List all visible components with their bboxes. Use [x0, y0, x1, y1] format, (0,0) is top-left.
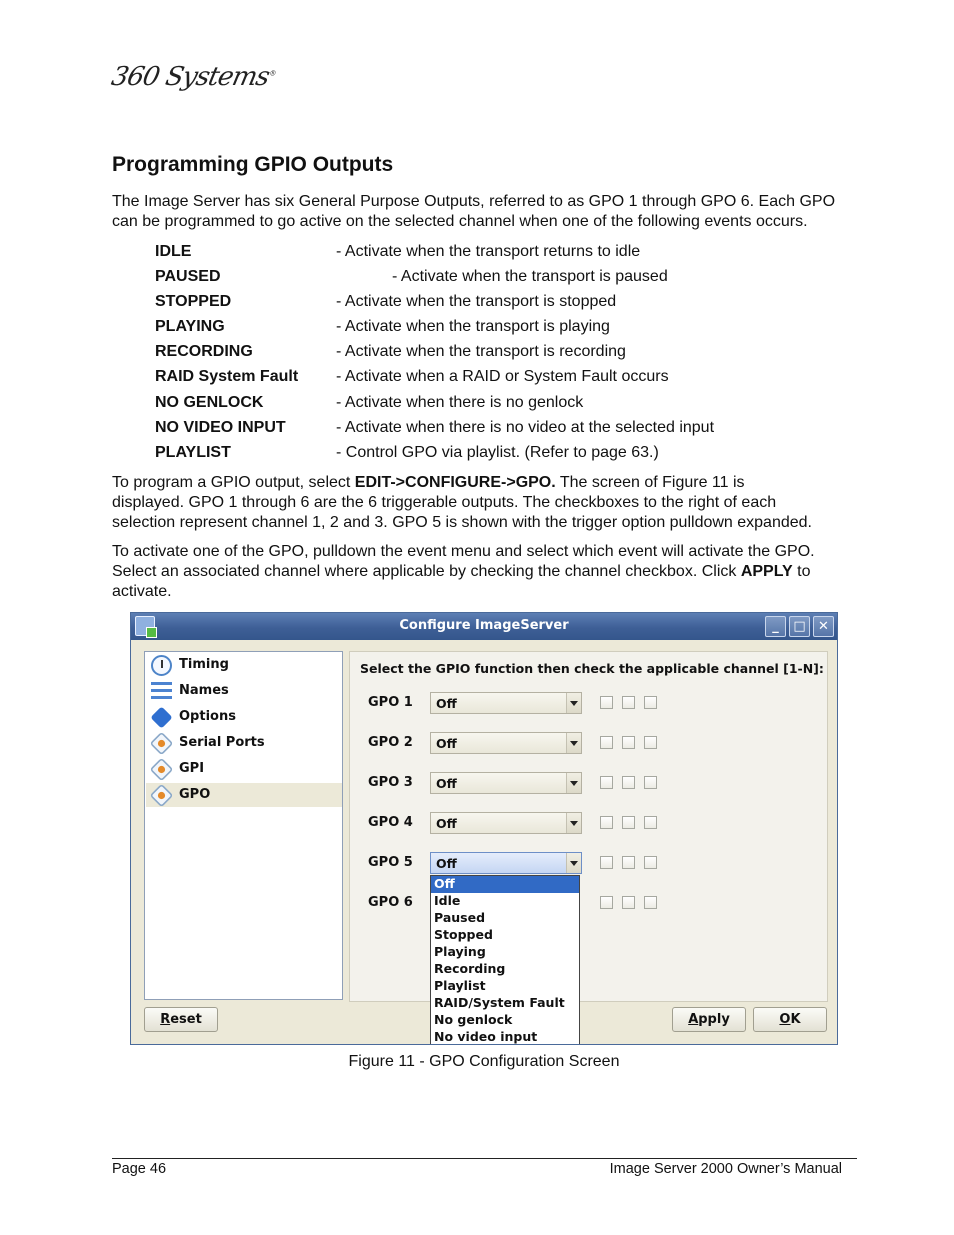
company-logo: 360 Systems® [108, 62, 277, 92]
option-paused[interactable]: Paused [431, 910, 579, 927]
gpo-4-channel-3-checkbox[interactable] [644, 816, 657, 829]
gpo-1-channel-1-checkbox[interactable] [600, 696, 613, 709]
gpo-4-channel-2-checkbox[interactable] [622, 816, 635, 829]
port-icon [149, 783, 174, 808]
gpo-4-dropdown[interactable]: Off [430, 812, 582, 834]
option-playing[interactable]: Playing [431, 944, 579, 961]
option-stopped[interactable]: Stopped [431, 927, 579, 944]
configure-window: Configure ImageServer _ □ ✕ Timing Names… [130, 612, 838, 1045]
gpo-1-channel-3-checkbox[interactable] [644, 696, 657, 709]
gpo-2-channel-1-checkbox[interactable] [600, 736, 613, 749]
event-row-idle: IDLE - Activate when the transport return… [155, 243, 641, 260]
settings-nav: Timing Names Options Serial Ports GPI GP… [144, 651, 343, 1000]
chevron-down-icon[interactable] [566, 773, 581, 793]
gpo-2-channel-2-checkbox[interactable] [622, 736, 635, 749]
ok-button[interactable]: OK [753, 1007, 827, 1032]
window-titlebar[interactable]: Configure ImageServer _ □ ✕ [131, 613, 837, 640]
option-raid-system-fault[interactable]: RAID/System Fault [431, 995, 579, 1012]
chevron-down-icon[interactable] [566, 733, 581, 753]
option-no-genlock[interactable]: No genlock [431, 1012, 579, 1029]
gpo-5-channel-1-checkbox[interactable] [600, 856, 613, 869]
nav-item-gpi[interactable]: GPI [146, 757, 342, 782]
event-row-stopped: STOPPED - Activate when the transport is … [155, 293, 617, 311]
gpo-4-label: GPO 4 [368, 815, 413, 830]
event-row-recording: RECORDING - Activate when the transport i… [155, 343, 626, 361]
event-row-playing: PLAYING - Activate when the transport is … [155, 318, 610, 336]
gpo-5-options-list[interactable]: Off Idle Paused Stopped Playing Recordin… [430, 875, 580, 1044]
gpo-4-channel-1-checkbox[interactable] [600, 816, 613, 829]
intro-line-2: can be programmed to go active on the se… [112, 213, 808, 230]
gpo-6-channel-3-checkbox[interactable] [644, 896, 657, 909]
page-number: Page 46 [112, 1161, 167, 1177]
intro-paragraph: The Image Server has six General Purpose… [112, 192, 858, 232]
instruction-text: Select the GPIO function then check the … [360, 661, 824, 676]
footer-divider [112, 1158, 857, 1159]
chevron-down-icon[interactable] [566, 813, 581, 833]
gpo-6-channel-2-checkbox[interactable] [622, 896, 635, 909]
event-row-playlist: PLAYLIST - Control GPO via playlist. (Ref… [155, 443, 659, 461]
section-heading: Programming GPIO Outputs [112, 153, 394, 176]
apply-button[interactable]: Apply [672, 1007, 746, 1032]
option-recording[interactable]: Recording [431, 961, 579, 978]
gpo-2-dropdown[interactable]: Off [430, 732, 582, 754]
gpo-1-label: GPO 1 [368, 695, 413, 710]
option-idle[interactable]: Idle [431, 893, 579, 910]
list-icon [151, 681, 172, 702]
clock-icon [151, 655, 172, 676]
nav-item-timing[interactable]: Timing [146, 653, 342, 677]
port-icon [149, 757, 174, 782]
gpo-1-dropdown[interactable]: Off [430, 692, 582, 714]
gpo-1-channel-2-checkbox[interactable] [622, 696, 635, 709]
event-row-paused: PAUSED - Activate when the transport is p… [155, 268, 668, 286]
puzzle-icon [150, 706, 173, 729]
close-button[interactable]: ✕ [813, 616, 834, 637]
gpo-5-channel-2-checkbox[interactable] [622, 856, 635, 869]
gpo-5-label: GPO 5 [368, 855, 413, 870]
program-paragraph: To program a GPIO output, select EDIT->C… [112, 474, 812, 531]
nav-item-serial-ports[interactable]: Serial Ports [146, 731, 342, 756]
gpo-6-channel-1-checkbox[interactable] [600, 896, 613, 909]
gpo-3-channel-1-checkbox[interactable] [600, 776, 613, 789]
nav-item-gpo[interactable]: GPO [146, 783, 342, 808]
maximize-button[interactable]: □ [789, 616, 810, 637]
menu-path: EDIT->CONFIGURE->GPO. [354, 474, 556, 491]
chevron-down-icon[interactable] [566, 853, 581, 873]
intro-line-1: The Image Server has six General Purpose… [112, 193, 836, 210]
window-title: Configure ImageServer [399, 618, 569, 633]
chevron-down-icon[interactable] [566, 693, 581, 713]
gpo-3-channel-3-checkbox[interactable] [644, 776, 657, 789]
option-playlist[interactable]: Playlist [431, 978, 579, 995]
minimize-button[interactable]: _ [765, 616, 786, 637]
gpo-6-label: GPO 6 [368, 895, 413, 910]
activate-paragraph: To activate one of the GPO, pulldown the… [112, 543, 815, 600]
figure-caption: Figure 11 - GPO Configuration Screen [348, 1053, 620, 1070]
gpo-2-channel-3-checkbox[interactable] [644, 736, 657, 749]
gpo-settings-panel: Select the GPIO function then check the … [349, 651, 828, 1002]
gpo-3-channel-2-checkbox[interactable] [622, 776, 635, 789]
registered-mark: ® [268, 69, 277, 78]
option-no-video-input[interactable]: No video input [431, 1029, 579, 1044]
event-row-raid-fault: RAID System Fault - Activate when a RAID … [155, 368, 669, 386]
manual-title: Image Server 2000 Owner’s Manual [609, 1161, 842, 1177]
nav-item-names[interactable]: Names [146, 679, 342, 703]
event-row-no-genlock: NO GENLOCK - Activate when there is no ge… [155, 393, 584, 411]
gpo-2-label: GPO 2 [368, 735, 413, 750]
event-list: IDLE - Activate when the transport return… [155, 242, 855, 468]
nav-item-options[interactable]: Options [146, 705, 342, 729]
option-off[interactable]: Off [431, 876, 579, 893]
gpo-3-dropdown[interactable]: Off [430, 772, 582, 794]
reset-button[interactable]: Reset [144, 1007, 218, 1032]
port-icon [149, 731, 174, 756]
event-row-no-video-input: NO VIDEO INPUT - Activate when there is n… [155, 418, 715, 436]
gpo-5-dropdown[interactable]: Off [430, 852, 582, 874]
gpo-5-channel-3-checkbox[interactable] [644, 856, 657, 869]
gpo-3-label: GPO 3 [368, 775, 413, 790]
